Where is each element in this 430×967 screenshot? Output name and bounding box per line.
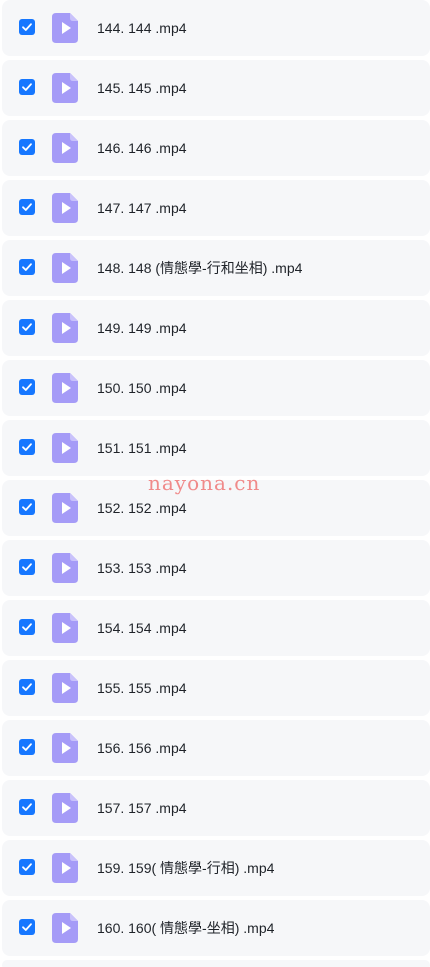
file-row[interactable]: 154. 154 .mp4 [2,600,430,656]
video-file-icon [52,733,78,763]
video-file-icon [52,13,78,43]
file-checkbox[interactable] [19,319,35,335]
file-checkbox[interactable] [19,379,35,395]
file-checkbox[interactable] [19,919,35,935]
file-row[interactable]: 155. 155 .mp4 [2,660,430,716]
file-row[interactable]: 147. 147 .mp4 [2,180,430,236]
file-checkbox[interactable] [19,19,35,35]
checkmark-icon [22,23,32,31]
file-checkbox[interactable] [19,619,35,635]
checkmark-icon [22,443,32,451]
file-checkbox[interactable] [19,139,35,155]
file-name: 160. 160( 情態學-坐相) .mp4 [97,920,275,936]
file-name: 153. 153 .mp4 [97,560,187,576]
file-row[interactable]: 149. 149 .mp4 [2,300,430,356]
file-name: 154. 154 .mp4 [97,620,187,636]
file-name: 147. 147 .mp4 [97,200,187,216]
video-file-icon [52,913,78,943]
file-row[interactable]: 152. 152 .mp4 [2,480,430,536]
checkmark-icon [22,383,32,391]
file-name: 149. 149 .mp4 [97,320,187,336]
checkmark-icon [22,323,32,331]
video-file-icon [52,853,78,883]
file-name: 150. 150 .mp4 [97,380,187,396]
file-checkbox[interactable] [19,439,35,455]
file-checkbox[interactable] [19,739,35,755]
file-name: 157. 157 .mp4 [97,800,187,816]
checkmark-icon [22,263,32,271]
video-file-icon [52,313,78,343]
file-name: 155. 155 .mp4 [97,680,187,696]
file-row[interactable]: 160. 160( 情態學-坐相) .mp4 [2,900,430,956]
checkmark-icon [22,503,32,511]
video-file-icon [52,133,78,163]
file-row[interactable]: 153. 153 .mp4 [2,540,430,596]
video-file-icon [52,613,78,643]
checkmark-icon [22,623,32,631]
file-row[interactable]: 144. 144 .mp4 [2,0,430,56]
file-name: 151. 151 .mp4 [97,440,187,456]
checkmark-icon [22,923,32,931]
checkmark-icon [22,83,32,91]
file-name: 146. 146 .mp4 [97,140,187,156]
file-checkbox[interactable] [19,799,35,815]
checkmark-icon [22,743,32,751]
file-checkbox[interactable] [19,499,35,515]
checkmark-icon [22,683,32,691]
file-checkbox[interactable] [19,259,35,275]
file-row[interactable]: 151. 151 .mp4 [2,420,430,476]
video-file-icon [52,73,78,103]
file-row[interactable]: 150. 150 .mp4 [2,360,430,416]
video-file-icon [52,373,78,403]
checkmark-icon [22,143,32,151]
checkmark-icon [22,203,32,211]
file-name: 148. 148 (情態學-行和坐相) .mp4 [97,260,303,276]
video-file-icon [52,253,78,283]
file-row[interactable]: 159. 159( 情態學-行相) .mp4 [2,840,430,896]
file-name: 156. 156 .mp4 [97,740,187,756]
file-name: 145. 145 .mp4 [97,80,187,96]
file-checkbox[interactable] [19,199,35,215]
file-name: 144. 144 .mp4 [97,20,187,36]
file-row[interactable]: 157. 157 .mp4 [2,780,430,836]
file-row[interactable]: 145. 145 .mp4 [2,60,430,116]
file-row[interactable]: 146. 146 .mp4 [2,120,430,176]
video-file-icon [52,493,78,523]
checkmark-icon [22,863,32,871]
video-file-icon [52,193,78,223]
file-row[interactable]: 156. 156 .mp4 [2,720,430,776]
file-row-partial [2,960,430,967]
file-checkbox[interactable] [19,679,35,695]
file-name: 159. 159( 情態學-行相) .mp4 [97,860,275,876]
video-file-icon [52,553,78,583]
file-checkbox[interactable] [19,859,35,875]
file-row[interactable]: 148. 148 (情態學-行和坐相) .mp4 [2,240,430,296]
file-checkbox[interactable] [19,559,35,575]
video-file-icon [52,793,78,823]
file-list: 144. 144 .mp4 145. 145 .mp4 146. 146 .mp4 1… [0,0,430,967]
video-file-icon [52,433,78,463]
checkmark-icon [22,803,32,811]
checkmark-icon [22,563,32,571]
file-checkbox[interactable] [19,79,35,95]
file-name: 152. 152 .mp4 [97,500,187,516]
video-file-icon [52,673,78,703]
